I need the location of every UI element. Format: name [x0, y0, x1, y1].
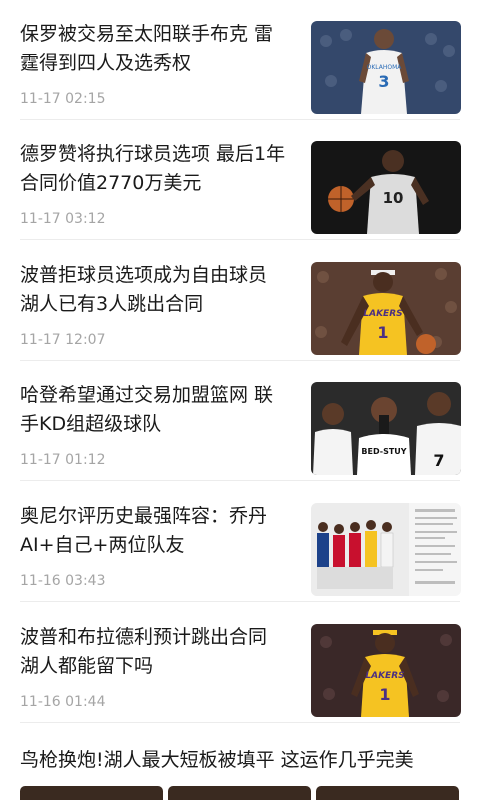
jersey-team: BED-STUY — [361, 447, 406, 456]
news-item[interactable]: 波普拒球员选项成为自由球员 湖人已有3人跳出合同 11-17 12:07 LAK… — [0, 241, 480, 361]
jersey-number: 1 — [379, 685, 390, 704]
svg-text:OKLAHOMA: OKLAHOMA — [367, 64, 403, 71]
news-thumbnail[interactable] — [168, 786, 311, 800]
jersey-team: LAKERS — [363, 309, 402, 319]
news-timestamp: 11-16 01:44 — [20, 694, 106, 710]
news-item[interactable]: 哈登希望通过交易加盟篮网 联手KD组超级球队 11-17 01:12 7 BED… — [0, 361, 480, 481]
news-title[interactable]: 鸟枪换炮!湖人最大短板被填平 这运作几乎完美 — [20, 746, 414, 775]
player-photo: 7 BED-STUY — [311, 382, 461, 475]
player-photo: LAKERS 1 — [311, 624, 461, 717]
divider — [20, 480, 460, 481]
news-thumbnail[interactable] — [316, 786, 459, 800]
jersey-number: 10 — [383, 189, 404, 207]
news-timestamp: 11-17 02:15 — [20, 91, 106, 107]
divider — [20, 239, 460, 240]
news-timestamp: 11-16 03:43 — [20, 573, 106, 589]
news-thumbnail[interactable]: 10 — [311, 141, 461, 234]
player-photo: OKLAHOMA 3 — [311, 21, 461, 114]
divider — [20, 722, 460, 723]
news-item[interactable]: 波普和布拉德利预计跳出合同 湖人都能留下吗 11-16 01:44 LAKERS… — [0, 603, 480, 723]
social-post-screenshot — [311, 503, 461, 596]
news-thumbnail[interactable]: LAKERS 1 — [311, 624, 461, 717]
news-item[interactable]: 保罗被交易至太阳联手布克 雷霆得到四人及选秀权 11-17 02:15 OKLA… — [0, 0, 480, 120]
jersey-team: LAKERS — [365, 671, 404, 681]
news-title[interactable]: 波普和布拉德利预计跳出合同 湖人都能留下吗 — [20, 623, 290, 681]
news-thumbnail[interactable] — [311, 503, 461, 596]
image-strip[interactable] — [20, 786, 460, 800]
news-title[interactable]: 保罗被交易至太阳联手布克 雷霆得到四人及选秀权 — [20, 20, 290, 78]
news-timestamp: 11-17 01:12 — [20, 452, 106, 468]
player-photo: 10 — [311, 141, 461, 234]
news-title[interactable]: 德罗赞将执行球员选项 最后1年合同价值2770万美元 — [20, 140, 290, 198]
jersey-number: 1 — [377, 323, 388, 342]
news-timestamp: 11-17 03:12 — [20, 211, 106, 227]
news-item[interactable]: 奥尼尔评历史最强阵容：乔丹AI+自己+两位队友 11-16 03:43 — [0, 482, 480, 602]
jersey-number: 7 — [433, 451, 444, 470]
divider — [20, 601, 460, 602]
news-item[interactable]: 德罗赞将执行球员选项 最后1年合同价值2770万美元 11-17 03:12 1… — [0, 120, 480, 240]
news-timestamp: 11-17 12:07 — [20, 332, 106, 348]
news-thumbnail[interactable]: 7 BED-STUY — [311, 382, 461, 475]
news-feed: 保罗被交易至太阳联手布克 雷霆得到四人及选秀权 11-17 02:15 OKLA… — [0, 0, 480, 800]
news-thumbnail[interactable]: OKLAHOMA 3 — [311, 21, 461, 114]
jersey-number: 3 — [378, 72, 389, 91]
news-thumbnail[interactable] — [20, 786, 163, 800]
player-photo: LAKERS 1 — [311, 262, 461, 355]
news-title[interactable]: 波普拒球员选项成为自由球员 湖人已有3人跳出合同 — [20, 261, 290, 319]
news-title[interactable]: 哈登希望通过交易加盟篮网 联手KD组超级球队 — [20, 381, 290, 439]
news-thumbnail[interactable]: LAKERS 1 — [311, 262, 461, 355]
news-title[interactable]: 奥尼尔评历史最强阵容：乔丹AI+自己+两位队友 — [20, 502, 290, 560]
